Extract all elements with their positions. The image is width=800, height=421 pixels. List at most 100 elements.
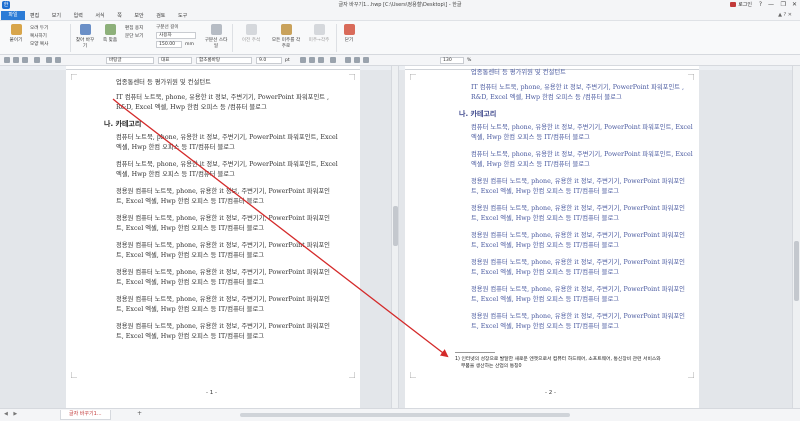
menu-right-icons[interactable]: ▲ ? ✕: [778, 12, 792, 18]
menu-file[interactable]: 파일: [1, 11, 25, 20]
font-color-icon[interactable]: [330, 57, 336, 63]
scroll-thumb[interactable]: [794, 241, 799, 301]
text-line: 엑셀, Hwp 한컴 오피스 등 IT/컴퓨터 블로그: [471, 134, 590, 141]
menu-security[interactable]: 보안: [134, 13, 143, 19]
text-line: 정용원 컴퓨터 노트북, phone, 유용한 it 정보, 주변기기, Pow…: [116, 296, 330, 303]
intro-line: 업종통센터 등 평가위원 및 컨설턴트: [471, 69, 566, 76]
text-line: 정용원 컴퓨터 노트북, phone, 유용한 it 정보, 주변기기, Pow…: [116, 242, 330, 249]
text-line: 정용원 컴퓨터 노트북, phone, 유용한 it 정보, 주변기기, Pow…: [116, 188, 330, 195]
text-line: 엑셀, Hwp 한컴 오피스 등 IT/컴퓨터 블로그: [116, 171, 235, 178]
paragraph: 정용원 컴퓨터 노트북, phone, 유용한 it 정보, 주변기기, Pow…: [116, 214, 356, 234]
text-line: 컴퓨터 노트북, phone, 유용한 it 정보, 주변기기, PowerPo…: [116, 161, 338, 168]
add-tab-button[interactable]: +: [137, 410, 142, 417]
open-doc-icon[interactable]: [13, 57, 19, 63]
cut-button[interactable]: 오려 두기: [30, 25, 48, 31]
intro-line: 업종통센터 등 평가위원 및 컨설턴트: [116, 79, 211, 86]
endnote-to-footnote-button[interactable]: 미주→각주: [305, 24, 333, 43]
footnote-line: 1) 인터넷의 성장으로 발달한 새로운 엔젯으로서 컴퓨터 하드웨어, 소프트…: [455, 357, 661, 362]
paragraph: 정용원 컴퓨터 노트북, phone, 유용한 it 정보, 주변기기, Pow…: [471, 204, 697, 224]
text-line: 트, Excel 엑셀, Hwp 한컴 오피스 등 IT/컴퓨터 블로그: [116, 279, 265, 286]
page-2-body[interactable]: 업종통센터 등 평가위원 및 컨설턴트 IT 컴퓨터 노트북, phone, 유…: [459, 68, 697, 332]
menu-edit[interactable]: 편집: [30, 13, 39, 19]
text-line: 정용원 컴퓨터 노트북, phone, 유용한 it 정보, 주변기기, Pow…: [471, 313, 685, 320]
text-line: 정용원 컴퓨터 노트북, phone, 유용한 it 정보, 주변기기, Pow…: [471, 178, 685, 185]
intro-paragraph: IT 컴퓨터 노트북, phone, 유용한 it 정보, 주변기기, Powe…: [116, 93, 356, 113]
crop-mark-icon: [71, 372, 77, 378]
horizontal-scroll-thumb[interactable]: [240, 413, 570, 417]
document-tab-bar: ◀ ▶ 글자 바꾸기1... +: [0, 408, 800, 421]
paragraph: 컴퓨터 노트북, phone, 유용한 it 정보, 주변기기, PowerPo…: [116, 160, 356, 180]
find-replace-button[interactable]: 찾아 바꾸기: [74, 24, 96, 49]
page-1-scrollbar[interactable]: [391, 66, 399, 408]
language-select[interactable]: 대표: [158, 57, 192, 64]
font-size-input[interactable]: 9.0: [256, 57, 282, 64]
paragraph: 정용원 컴퓨터 노트북, phone, 유용한 it 정보, 주변기기, Pow…: [116, 187, 356, 207]
login-icon: [730, 2, 737, 7]
text-line: 정용원 컴퓨터 노트북, phone, 유용한 it 정보, 주변기기, Pow…: [116, 323, 330, 330]
text-line: R&D, Excel 엑셀, Hwp 한컴 오피스 등 /컴퓨터 블로그: [116, 104, 267, 111]
edit-paper-button[interactable]: 편집 용지: [125, 25, 143, 31]
all-notes-label: 모든 미주를 각주로: [271, 38, 301, 49]
close-window-button[interactable]: ✕: [792, 1, 797, 8]
menu-insert[interactable]: 입력: [74, 13, 83, 19]
style-select[interactable]: 바탕글: [106, 57, 154, 64]
menu-tools[interactable]: 도구: [178, 13, 187, 19]
divider-unit-select[interactable]: 사용자: [156, 32, 196, 39]
text-line: 정용원 컴퓨터 노트북, phone, 유용한 it 정보, 주변기기, Pow…: [116, 215, 330, 222]
maximize-button[interactable]: ❐: [781, 1, 786, 8]
page-2-scrollbar[interactable]: [792, 66, 800, 408]
prev-note-button[interactable]: 이전 주석: [236, 24, 266, 43]
copy-button[interactable]: 복사하기: [30, 33, 47, 39]
help-button[interactable]: ?: [759, 1, 762, 8]
underline-icon[interactable]: [318, 57, 324, 63]
menu-view[interactable]: 보기: [52, 13, 61, 19]
page-1-body[interactable]: 업종통센터 등 평가위원 및 컨설턴트 IT 컴퓨터 노트북, phone, 유…: [104, 78, 356, 342]
all-notes-button[interactable]: 모든 미주를 각주로: [270, 24, 302, 49]
footnote[interactable]: 1) 인터넷의 성장으로 발달한 새로운 엔젯으로서 컴퓨터 하드웨어, 소프트…: [455, 356, 695, 370]
close-note-button[interactable]: 닫기: [341, 24, 357, 43]
paste-button[interactable]: 붙이기: [4, 24, 28, 43]
page-1: 업종통센터 등 평가위원 및 컨설턴트 IT 컴퓨터 노트북, phone, 유…: [66, 70, 360, 408]
zoom-fit-button[interactable]: 쪽 맞춤: [98, 24, 122, 43]
save-doc-icon[interactable]: [22, 57, 28, 63]
menu-format[interactable]: 서식: [95, 13, 104, 19]
format-copy-button[interactable]: 모양 복사: [30, 41, 48, 47]
text-line: 트, Excel 엑셀, Hwp 한컴 오피스 등 IT/컴퓨터 블로그: [116, 198, 265, 205]
paste-label: 붙이기: [9, 38, 23, 43]
text-line: 트, Excel 엑셀, Hwp 한컴 오피스 등 IT/컴퓨터 블로그: [471, 242, 620, 249]
scroll-thumb[interactable]: [393, 206, 398, 246]
zoom-fit-label: 쪽 맞춤: [102, 38, 118, 43]
bold-icon[interactable]: [300, 57, 306, 63]
paragraph: 정용원 컴퓨터 노트북, phone, 유용한 it 정보, 주변기기, Pow…: [116, 268, 356, 288]
ribbon-divider: [70, 24, 71, 52]
font-select[interactable]: 함초롬바탕: [196, 57, 252, 64]
crop-mark-icon: [688, 372, 694, 378]
tab-document[interactable]: 글자 바꾸기1...: [60, 410, 111, 420]
text-line: 정용원 컴퓨터 노트북, phone, 유용한 it 정보, 주변기기, Pow…: [471, 232, 685, 239]
login-label: 로그인: [738, 2, 752, 8]
menu-review[interactable]: 검토: [156, 13, 165, 19]
paragraph-view-button[interactable]: 문단 보기: [125, 33, 143, 39]
minimize-button[interactable]: —: [768, 1, 774, 8]
text-line: 트, Excel 엑셀, Hwp 한컴 오피스 등 IT/컴퓨터 블로그: [471, 269, 620, 276]
align-left-icon[interactable]: [345, 57, 351, 63]
align-center-icon[interactable]: [354, 57, 360, 63]
print-icon[interactable]: [34, 57, 40, 63]
prev-note-label: 이전 주석: [241, 38, 261, 43]
paragraph: 정용원 컴퓨터 노트북, phone, 유용한 it 정보, 주변기기, Pow…: [471, 312, 697, 332]
redo-icon[interactable]: [55, 57, 61, 63]
zoom-input[interactable]: 130: [440, 57, 464, 64]
italic-icon[interactable]: [309, 57, 315, 63]
tab-nav-arrows[interactable]: ◀ ▶: [4, 411, 19, 417]
close-note-icon: [343, 24, 355, 35]
paragraph: 컴퓨터 노트북, phone, 유용한 it 정보, 주변기기, PowerPo…: [116, 133, 356, 153]
align-right-icon[interactable]: [363, 57, 369, 63]
divider-length-input[interactable]: 150.00: [156, 41, 182, 48]
divider-style-button[interactable]: 구분선 스타일: [203, 24, 229, 49]
text-line: 트, Excel 엑셀, Hwp 한컴 오피스 등 IT/컴퓨터 블로그: [116, 333, 265, 340]
intro-paragraph: IT 컴퓨터 노트북, phone, 유용한 it 정보, 주변기기, Powe…: [471, 83, 697, 103]
login-button[interactable]: 로그인: [730, 1, 752, 8]
menu-page[interactable]: 쪽: [117, 13, 122, 19]
new-doc-icon[interactable]: [4, 57, 10, 63]
undo-icon[interactable]: [46, 57, 52, 63]
